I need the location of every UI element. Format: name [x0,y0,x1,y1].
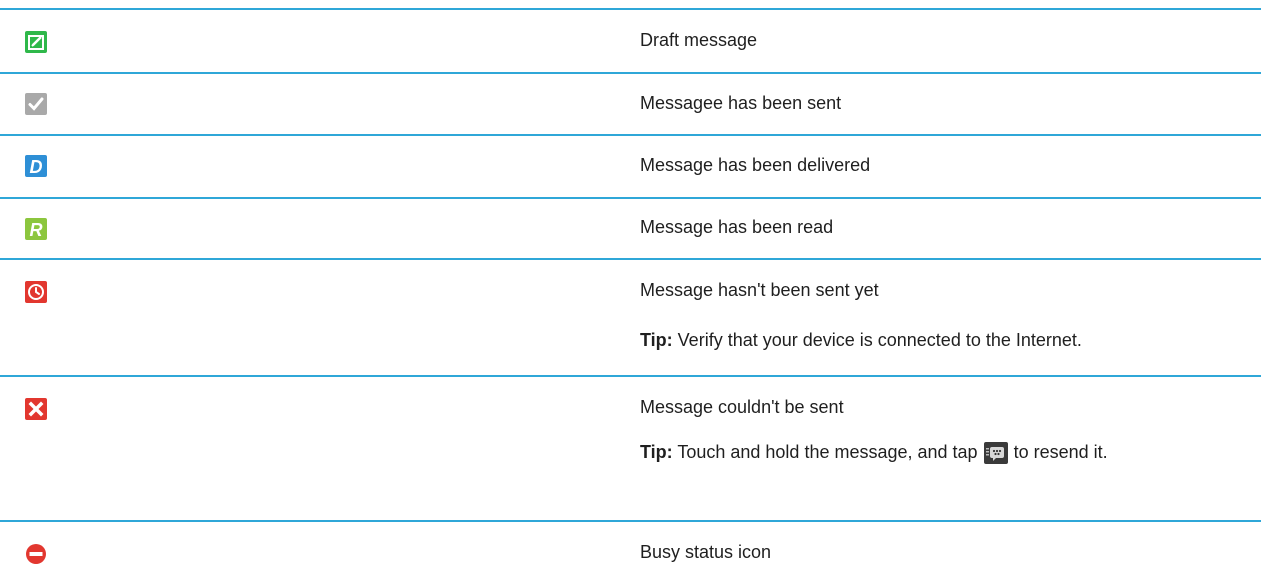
status-label-busy: Busy status icon [640,542,772,562]
status-label-sent: Messagee has been sent [640,93,842,113]
table-divider [0,197,1261,199]
status-label-read: Message has been read [640,217,834,237]
draft-icon [24,30,48,54]
delivered-d-icon: D [24,154,48,178]
tip-text: Verify that your device is connected to … [672,330,1082,350]
table-divider [0,134,1261,136]
read-r-icon: R [24,217,48,241]
table-divider [0,520,1261,522]
tip-failed: Tip: Touch and hold the message, and tap… [640,436,1230,468]
delivered-letter: D [30,157,43,177]
failed-x-icon [24,397,48,421]
read-letter: R [30,220,43,240]
sent-check-icon [24,92,48,116]
table-divider [0,375,1261,377]
clock-pending-icon [24,280,48,304]
tip-pending: Tip: Verify that your device is connecte… [640,324,1230,356]
busy-status-icon [24,542,48,566]
tip-text-after: to resend it. [1013,442,1108,462]
table-divider [0,258,1261,260]
bbm-chat-icon [983,442,1008,465]
table-divider [0,72,1261,74]
status-label-delivered: Message has been delivered [640,155,871,175]
status-label-draft: Draft message [640,30,758,50]
tip-label: Tip: [640,330,673,350]
status-label-pending: Message hasn't been sent yet [640,280,879,300]
status-label-failed: Message couldn't be sent [640,397,844,417]
tip-label: Tip: [640,442,673,462]
table-divider [0,8,1261,10]
tip-text-before: Touch and hold the message, and tap [672,442,978,462]
